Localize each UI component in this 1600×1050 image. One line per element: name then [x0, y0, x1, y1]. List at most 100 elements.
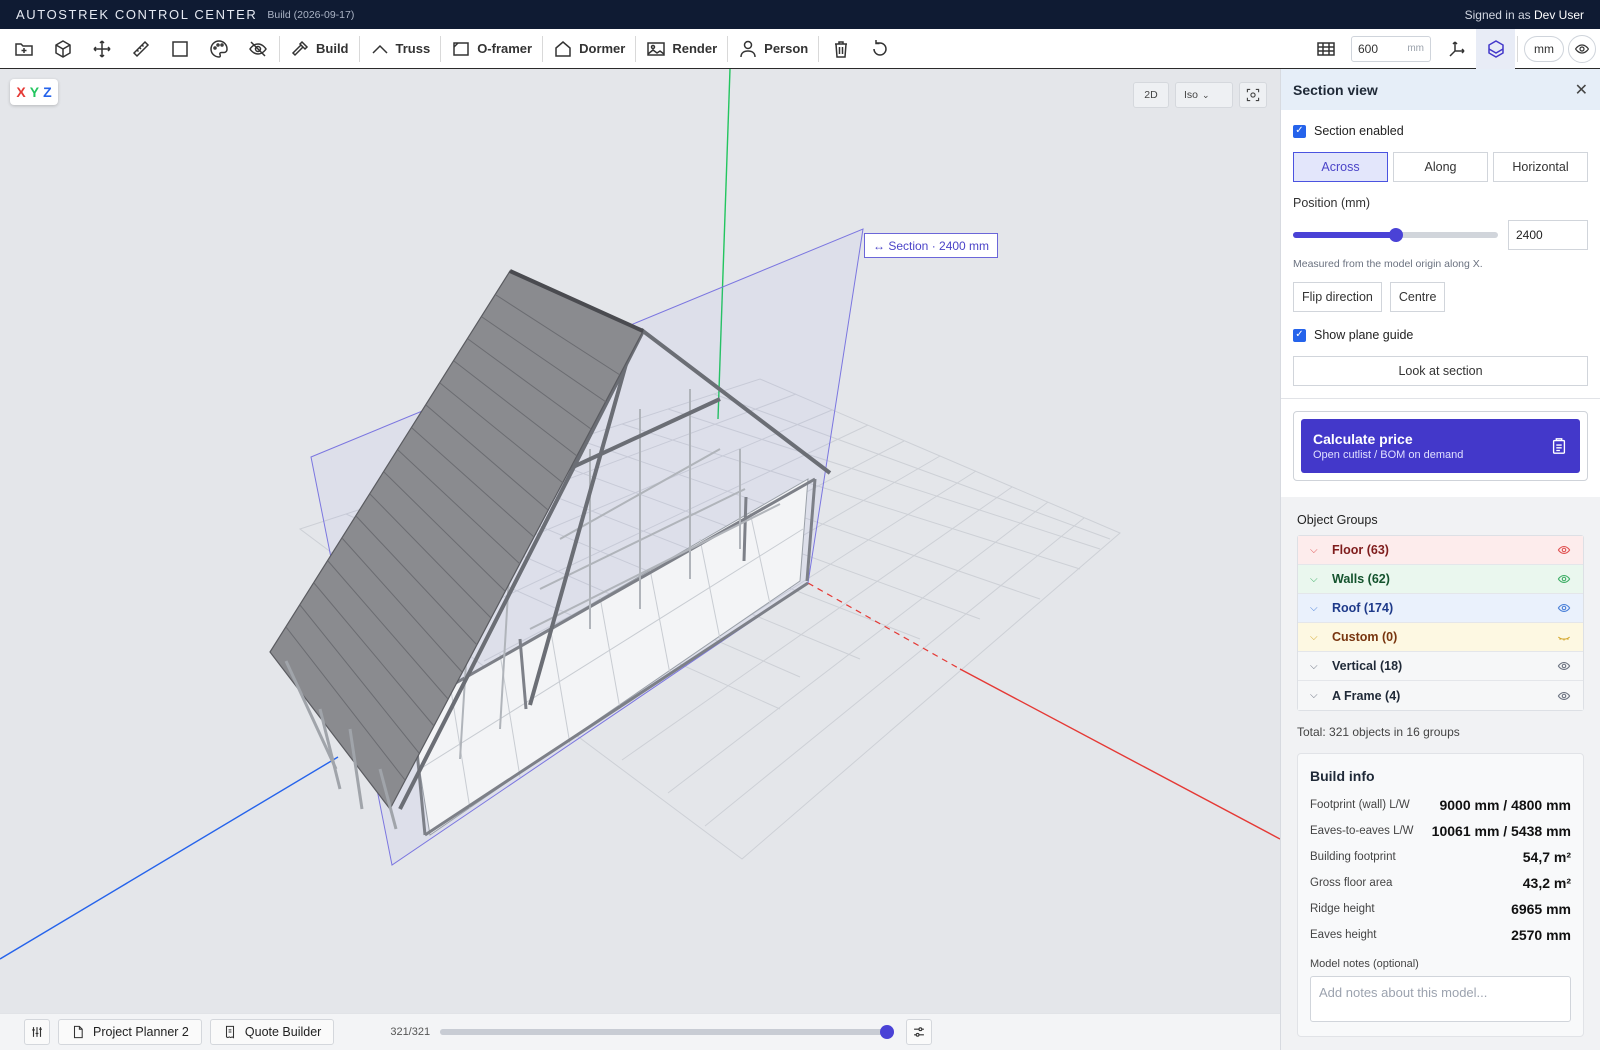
position-slider-handle[interactable]: [1388, 228, 1403, 242]
calculate-price-button[interactable]: Calculate price Open cutlist / BOM on de…: [1301, 419, 1580, 473]
orientation-horizontal[interactable]: Horizontal: [1493, 152, 1588, 182]
centre-button[interactable]: Centre: [1389, 282, 1446, 312]
build-info-value: 6965 mm: [1511, 901, 1571, 917]
dormer-label: Dormer: [579, 41, 626, 56]
quote-builder-button[interactable]: Quote Builder: [209, 1019, 335, 1045]
visibility-button[interactable]: [1568, 34, 1596, 63]
orientation-across[interactable]: Across: [1293, 152, 1388, 182]
section-controls: ✓ Section enabled Across Along Horizonta…: [1281, 110, 1600, 386]
new-project-button[interactable]: [4, 29, 43, 69]
units-toggle[interactable]: mm: [1524, 35, 1564, 62]
chevron-down-icon[interactable]: ⌵: [1310, 661, 1332, 672]
build-info-key: Eaves-to-eaves L/W: [1310, 825, 1414, 837]
look-at-section-button[interactable]: Look at section: [1293, 356, 1588, 386]
box-tool-button[interactable]: [43, 29, 82, 69]
scene-canvas[interactable]: [0, 69, 1280, 1013]
material-tool-button[interactable]: [199, 29, 238, 69]
position-slider-fill: [1293, 232, 1396, 238]
position-input[interactable]: 2400: [1508, 220, 1588, 250]
object-filter-slider-handle[interactable]: [880, 1025, 895, 1039]
position-slider[interactable]: [1293, 228, 1498, 242]
person-button[interactable]: Person: [730, 29, 816, 69]
orientation-along[interactable]: Along: [1393, 152, 1488, 182]
signed-in-prefix: Signed in as: [1464, 7, 1531, 22]
axis-gizmo[interactable]: X Y Z: [10, 79, 58, 105]
build-info-value: 9000 mm / 4800 mm: [1439, 797, 1571, 813]
group-row-floor[interactable]: ⌵ Floor (63): [1298, 536, 1583, 565]
build-info-value: 43,2 m²: [1522, 875, 1571, 891]
section-view-button[interactable]: [1476, 28, 1515, 69]
close-icon[interactable]: ✕: [1575, 80, 1588, 100]
grid-size-input[interactable]: 600 mm: [1351, 35, 1431, 62]
axes-toggle-button[interactable]: [1437, 29, 1476, 69]
eye-off-icon[interactable]: [1557, 630, 1571, 644]
build-info-title: Build info: [1310, 768, 1375, 784]
orientation-segmented-control: Across Along Horizontal: [1293, 152, 1588, 182]
toolbar-divider: [358, 35, 360, 62]
eye-icon[interactable]: [1557, 689, 1571, 703]
document-icon: [73, 1025, 83, 1039]
build-info-key: Gross floor area: [1310, 877, 1393, 889]
panel-header: Section view ✕: [1281, 69, 1600, 110]
filter-settings-button[interactable]: [906, 1019, 933, 1045]
chevron-down-icon[interactable]: ⌵: [1310, 574, 1332, 585]
move-tool-button[interactable]: [82, 29, 121, 69]
axis-x-label: X: [16, 84, 26, 100]
delete-button[interactable]: [821, 29, 860, 69]
group-row-roof[interactable]: ⌵ Roof (174): [1298, 594, 1583, 623]
truss-button[interactable]: Truss: [362, 29, 439, 69]
object-count: 321/321: [390, 1026, 431, 1038]
eye-icon[interactable]: [1557, 659, 1571, 673]
eye-icon[interactable]: [1557, 543, 1571, 557]
cube-icon: [54, 39, 71, 58]
3d-viewport[interactable]: X Y Z 2D Iso ⌄ ↔ Section · 2400 mm: [0, 69, 1280, 1013]
grid-size-unit: mm: [1407, 43, 1424, 54]
group-row-a-frame[interactable]: ⌵ A Frame (4): [1298, 681, 1583, 710]
section-enabled-label: Section enabled: [1314, 124, 1404, 138]
show-plane-guide-checkbox[interactable]: ✓ Show plane guide: [1293, 324, 1588, 346]
oframer-button[interactable]: O-framer: [443, 29, 540, 69]
chevron-down-icon[interactable]: ⌵: [1310, 603, 1332, 614]
flip-direction-button[interactable]: Flip direction: [1293, 282, 1382, 312]
eye-icon: [1574, 43, 1590, 54]
app-title: AUTOSTREK CONTROL CENTER: [16, 7, 258, 22]
render-button[interactable]: Render: [638, 29, 725, 69]
grid-toggle-button[interactable]: [1306, 29, 1345, 69]
toolbar-divider: [1517, 35, 1518, 62]
chevron-down-icon[interactable]: ⌵: [1310, 545, 1332, 556]
axis-z-label: Z: [43, 84, 52, 100]
measure-tool-button[interactable]: [121, 29, 160, 69]
project-planner-button[interactable]: Project Planner 2: [58, 1019, 202, 1045]
user-name[interactable]: Dev User: [1534, 8, 1584, 22]
build-info-value: 2570 mm: [1511, 927, 1571, 943]
axes-icon: [1448, 40, 1465, 57]
model-notes-textarea[interactable]: Add notes about this model...: [1310, 976, 1571, 1022]
screenshot-button[interactable]: [1239, 82, 1267, 108]
dormer-button[interactable]: Dormer: [545, 29, 633, 69]
group-row-walls[interactable]: ⌵ Walls (62): [1298, 565, 1583, 594]
receipt-icon: [225, 1025, 234, 1039]
object-filter-slider-fill: [440, 1029, 895, 1035]
object-groups-list: ⌵ Floor (63) ⌵ Walls (62) ⌵ Roof (174) ⌵…: [1297, 535, 1584, 711]
view-2d-button[interactable]: 2D: [1133, 82, 1169, 108]
rectangle-tool-button[interactable]: [160, 29, 199, 69]
build-button[interactable]: Build: [282, 29, 357, 69]
view-mode-value: Iso: [1184, 89, 1199, 101]
view-mode-select[interactable]: Iso ⌄: [1175, 82, 1233, 108]
toolbar-divider: [279, 35, 280, 62]
group-label: Walls (62): [1332, 572, 1390, 586]
group-row-custom[interactable]: ⌵ Custom (0): [1298, 623, 1583, 652]
eye-icon[interactable]: [1557, 572, 1571, 586]
sliders-icon: [32, 1027, 42, 1037]
section-enabled-checkbox[interactable]: ✓ Section enabled: [1293, 120, 1588, 142]
eye-icon[interactable]: [1557, 601, 1571, 615]
build-info-key: Eaves height: [1310, 929, 1377, 941]
build-info-value: 10061 mm / 5438 mm: [1431, 823, 1571, 839]
object-filter-slider[interactable]: [440, 1025, 895, 1039]
group-row-vertical[interactable]: ⌵ Vertical (18): [1298, 652, 1583, 681]
settings-sliders-button[interactable]: [24, 1019, 50, 1045]
hide-tool-button[interactable]: [238, 29, 277, 69]
chevron-down-icon[interactable]: ⌵: [1310, 632, 1332, 643]
chevron-down-icon[interactable]: ⌵: [1310, 690, 1332, 701]
undo-button[interactable]: [860, 29, 899, 69]
